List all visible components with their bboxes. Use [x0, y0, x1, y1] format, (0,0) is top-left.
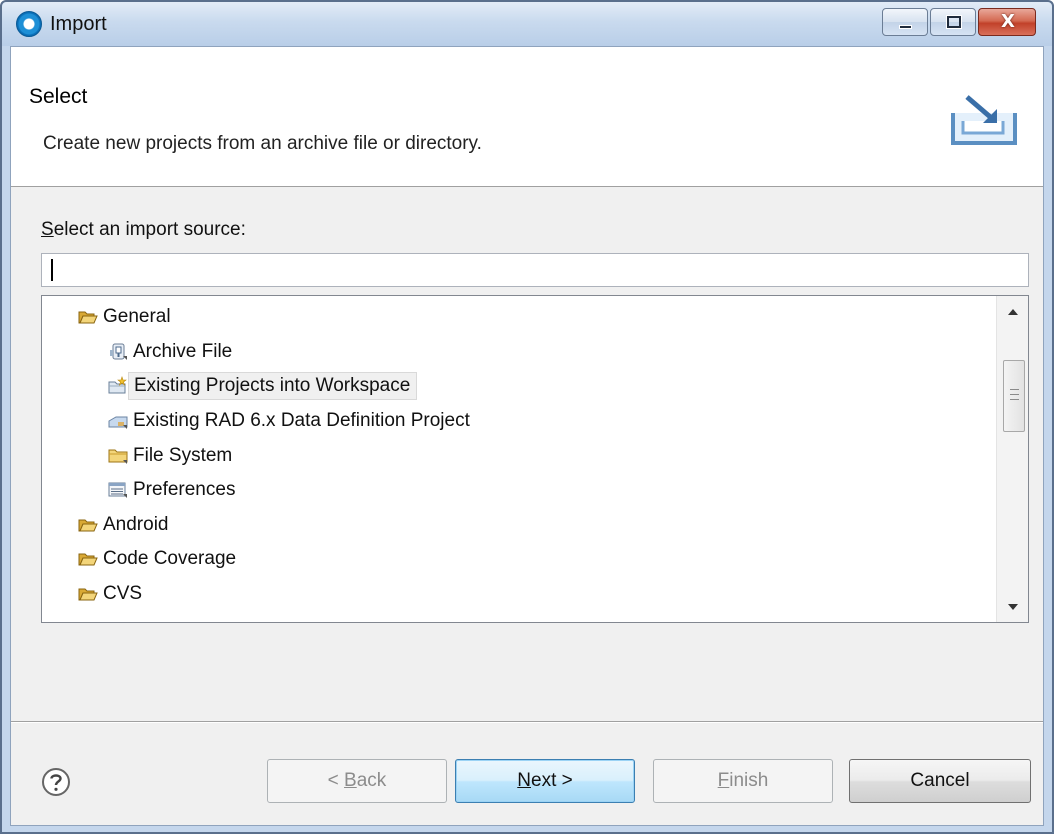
dialog-client-area: Select Create new projects from an archi… — [10, 46, 1044, 826]
cancel-button[interactable]: Cancel — [849, 759, 1031, 803]
tree-item-code-coverage[interactable]: Code Coverage — [78, 544, 242, 574]
help-icon[interactable] — [41, 767, 71, 797]
tree-item-label: Existing Projects into Workspace — [128, 372, 418, 400]
tree-item-label: Code Coverage — [103, 548, 237, 569]
eclipse-app-icon — [16, 11, 42, 37]
finish-button-mnemonic: F — [717, 770, 730, 791]
maximize-icon — [946, 15, 962, 29]
next-button-mnemonic: N — [517, 770, 531, 791]
data-definition-icon — [108, 411, 128, 431]
close-icon: X — [1001, 11, 1015, 32]
import-source-tree[interactable]: General Archive File Existing Projects int… — [41, 295, 1029, 623]
tree-item-existing-rad-6-x-data-definition-project[interactable]: Existing RAD 6.x Data Definition Project — [108, 406, 476, 436]
footer-divider — [11, 721, 1043, 723]
minimize-icon — [899, 25, 912, 29]
tree-item-label: Preferences — [133, 479, 236, 500]
tree-item-file-system[interactable]: File System — [108, 441, 238, 471]
scroll-down-arrow-icon[interactable] — [997, 592, 1029, 622]
tree-item-label: CVS — [103, 583, 143, 604]
thumb-grip-line — [1010, 399, 1019, 400]
maximize-button[interactable] — [930, 8, 976, 36]
existing-projects-icon — [108, 376, 128, 396]
thumb-grip-line — [1010, 389, 1019, 390]
scroll-up-arrow-icon[interactable] — [997, 296, 1029, 326]
open-folder-icon — [78, 515, 98, 535]
tree-item-label: General — [103, 306, 171, 327]
minimize-button[interactable] — [882, 8, 928, 36]
open-folder-icon — [78, 584, 98, 604]
page-title: Select — [29, 85, 88, 108]
finish-button[interactable]: Finish — [653, 759, 833, 803]
thumb-grip-line — [1010, 394, 1019, 395]
open-folder-icon — [78, 549, 98, 569]
finish-button-label: inish — [729, 770, 769, 791]
tree-item-label: Existing RAD 6.x Data Definition Project — [133, 410, 470, 431]
import-source-label: Select an import source: — [41, 219, 246, 241]
folder-icon — [108, 446, 128, 466]
tree-item-label: Android — [103, 514, 169, 535]
preferences-icon — [108, 480, 128, 500]
window-title: Import — [50, 13, 107, 35]
archive-file-icon — [108, 342, 128, 362]
tree-item-label: File System — [133, 445, 233, 466]
back-button-prefix: < — [327, 770, 345, 791]
tree-item-label: Archive File — [133, 341, 233, 362]
tree-item-android[interactable]: Android — [78, 510, 175, 540]
text-caret — [51, 259, 53, 281]
filter-input[interactable] — [41, 253, 1029, 287]
back-button[interactable]: < Back — [267, 759, 447, 803]
tree-item-existing-projects-into-workspace[interactable]: Existing Projects into Workspace — [108, 371, 418, 401]
import-dialog-window: Import X Select Create new projects from… — [0, 0, 1054, 834]
tree-item-general[interactable]: General — [78, 302, 177, 332]
import-source-label-text: elect an import source: — [53, 219, 246, 240]
title-bar[interactable]: Import X — [2, 2, 1052, 46]
tree-item-cvs[interactable]: CVS — [78, 579, 148, 609]
close-button[interactable]: X — [978, 8, 1036, 36]
import-source-label-mnemonic: S — [41, 219, 54, 240]
wizard-header: Select Create new projects from an archi… — [11, 47, 1043, 187]
page-description: Create new projects from an archive file… — [43, 133, 482, 154]
open-folder-icon — [78, 307, 98, 327]
tree-item-preferences[interactable]: Preferences — [108, 475, 241, 505]
back-button-label: ack — [356, 770, 387, 791]
scrollbar-thumb[interactable] — [1003, 360, 1025, 432]
vertical-scrollbar[interactable] — [996, 296, 1028, 622]
tree-item-archive-file[interactable]: Archive File — [108, 337, 238, 367]
next-button[interactable]: Next > — [455, 759, 635, 803]
next-button-label: ext > — [531, 770, 573, 791]
import-wizard-icon — [951, 95, 1017, 145]
back-button-mnemonic: B — [344, 770, 357, 791]
